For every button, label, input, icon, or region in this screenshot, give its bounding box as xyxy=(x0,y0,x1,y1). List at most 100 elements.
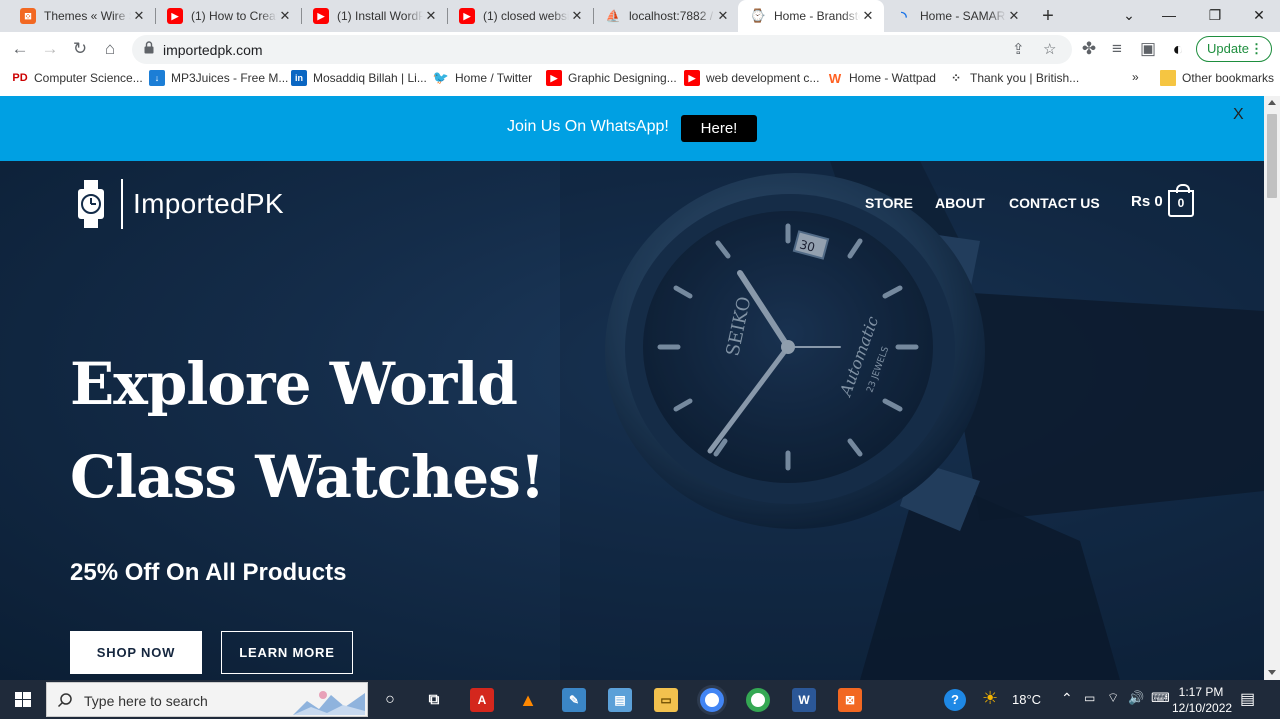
battery-icon[interactable]: ▭ xyxy=(1084,691,1095,705)
acrobat-icon[interactable]: A xyxy=(470,688,494,712)
shop-now-button[interactable]: SHOP NOW xyxy=(70,631,202,674)
nav-about[interactable]: ABOUT xyxy=(935,195,985,211)
new-tab-button[interactable]: + xyxy=(1036,4,1060,28)
tab-title: localhost:7882 / xyxy=(629,9,714,23)
whatsapp-notice-bar: Join Us On WhatsApp! Here! X xyxy=(0,96,1264,161)
twitter-icon: 🐦 xyxy=(432,70,450,85)
linkedin-icon: in xyxy=(291,70,307,86)
bookmark-wattpad[interactable]: W Home - Wattpad xyxy=(827,70,936,86)
nav-store[interactable]: STORE xyxy=(865,195,913,211)
clock-time: 1:17 PM xyxy=(1178,685,1224,699)
other-bookmarks-folder[interactable]: Other bookmarks xyxy=(1160,70,1274,86)
nav-contact-us[interactable]: CONTACT US xyxy=(1009,195,1100,211)
update-button[interactable]: Update ⋮ xyxy=(1196,36,1272,62)
taskbar-search[interactable]: Type here to search xyxy=(46,682,368,717)
paint-icon[interactable]: ✎ xyxy=(562,688,586,712)
cart-bag-icon[interactable]: 0 xyxy=(1168,184,1194,217)
bookmark-star-icon[interactable]: ☆ xyxy=(1043,40,1056,58)
page-scrollbar[interactable] xyxy=(1264,96,1280,680)
tab-home-brandstore[interactable]: ⌚ Home - Brandstc ✕ xyxy=(738,0,884,32)
watch-logo-icon xyxy=(78,180,104,228)
tab-title: (1) How to Create xyxy=(191,9,277,23)
youtube-icon: ▶ xyxy=(546,70,562,86)
cart-total[interactable]: Rs 0 xyxy=(1131,193,1163,210)
bookmark-computer-science[interactable]: PD Computer Science... xyxy=(12,70,142,86)
learn-more-button[interactable]: LEARN MORE xyxy=(221,631,353,674)
tab-youtube-3[interactable]: ▶ (1) closed websit ✕ xyxy=(447,0,593,32)
taskbar-clock[interactable]: 1:17 PM 12/10/2022 xyxy=(1172,684,1233,716)
xampp-taskbar-icon[interactable]: ⊠ xyxy=(838,688,862,712)
tab-title: (1) closed websit xyxy=(483,9,569,23)
address-bar[interactable]: importedpk.com ⇪ ☆ xyxy=(132,35,1072,64)
hero-subheadline: 25% Off On All Products xyxy=(70,559,347,586)
watch-icon: ⌚ xyxy=(749,8,767,23)
wifi-icon[interactable]: ⌔ xyxy=(1107,690,1119,706)
vlc-icon[interactable]: ▲ xyxy=(516,688,540,712)
extensions-icon[interactable]: ✤ xyxy=(1077,37,1101,61)
language-icon[interactable]: ⌨ xyxy=(1151,690,1170,706)
task-view-cortana-icon[interactable]: ○ xyxy=(378,688,402,712)
update-label: Update xyxy=(1207,41,1249,56)
bookmark-graphic-designing[interactable]: ▶ Graphic Designing... xyxy=(546,70,677,86)
browser-toolbar: ← → ↻ ⌂ importedpk.com ⇪ ☆ ✤ ≡ ▣ ◐ Updat… xyxy=(0,32,1280,66)
loading-icon: ◝ xyxy=(901,7,907,24)
back-icon[interactable]: ← xyxy=(8,37,32,61)
task-view-icon[interactable]: ⧉ xyxy=(422,688,446,712)
tab-youtube-1[interactable]: ▶ (1) How to Create ✕ xyxy=(155,0,301,32)
close-tab-icon[interactable]: ✕ xyxy=(860,8,876,24)
close-tab-icon[interactable]: ✕ xyxy=(277,8,293,24)
chrome-active-icon[interactable] xyxy=(700,688,724,712)
windows-taskbar: Type here to search ○ ⧉ A ▲ ✎ ▤ ▭ W ⊠ ? … xyxy=(0,680,1280,719)
window-close-icon[interactable]: ✕ xyxy=(1236,0,1280,32)
scroll-up-icon[interactable] xyxy=(1268,100,1276,105)
site-logo[interactable]: ImportedPK xyxy=(77,179,284,229)
bookmark-mp3juices[interactable]: ↓ MP3Juices - Free M... xyxy=(149,70,288,86)
url-text: importedpk.com xyxy=(163,42,263,58)
close-tab-icon[interactable]: ✕ xyxy=(131,8,147,24)
whatsapp-here-button[interactable]: Here! xyxy=(681,115,757,142)
close-tab-icon[interactable]: ✕ xyxy=(423,8,439,24)
home-icon[interactable]: ⌂ xyxy=(98,37,122,61)
image-viewer-icon[interactable]: ▤ xyxy=(608,688,632,712)
tray-expand-icon[interactable]: ⌃ xyxy=(1061,690,1073,707)
notifications-icon[interactable]: ▤ xyxy=(1240,689,1255,709)
close-tab-icon[interactable]: ✕ xyxy=(569,8,585,24)
tab-home-samara[interactable]: ◝ Home - SAMARA ✕ xyxy=(884,0,1030,32)
search-highlight-illustration xyxy=(293,691,365,715)
british-council-icon: ⁘ xyxy=(950,71,962,85)
more-bookmarks-button[interactable]: » xyxy=(1132,70,1139,84)
forward-icon[interactable]: → xyxy=(38,37,62,61)
minimize-icon[interactable]: — xyxy=(1146,0,1192,32)
bookmark-linkedin[interactable]: in Mosaddiq Billah | Li... xyxy=(291,70,427,86)
reload-icon[interactable]: ↻ xyxy=(68,37,92,61)
bookmark-web-development[interactable]: ▶ web development c... xyxy=(684,70,819,86)
close-tab-icon[interactable]: ✕ xyxy=(1006,8,1022,24)
weather-icon[interactable]: ☀ xyxy=(982,688,998,709)
volume-icon[interactable]: 🔊 xyxy=(1128,690,1144,706)
youtube-icon: ▶ xyxy=(459,8,475,24)
scroll-down-icon[interactable] xyxy=(1268,670,1276,675)
tab-themes[interactable]: ⊠ Themes « Wire Sc ✕ xyxy=(8,0,155,32)
media-controls-icon[interactable]: ≡ xyxy=(1105,37,1129,61)
clock-date: 12/10/2022 xyxy=(1172,701,1233,715)
file-explorer-icon[interactable]: ▭ xyxy=(654,688,678,712)
restore-icon[interactable]: ❐ xyxy=(1192,0,1238,32)
bookmark-british-council[interactable]: ⁘ Thank you | British... xyxy=(948,70,1079,86)
weather-temperature[interactable]: 18°C xyxy=(1012,692,1041,707)
tab-title: Themes « Wire Sc xyxy=(44,9,131,23)
windows-start-icon[interactable] xyxy=(0,680,46,719)
scrollbar-thumb[interactable] xyxy=(1267,114,1277,198)
close-tab-icon[interactable]: ✕ xyxy=(715,8,731,24)
word-icon[interactable]: W xyxy=(792,688,816,712)
bookmark-twitter[interactable]: 🐦 Home / Twitter xyxy=(433,70,532,86)
help-icon[interactable]: ? xyxy=(944,689,966,711)
profile-avatar[interactable]: ◐ xyxy=(1166,37,1190,61)
side-panel-icon[interactable]: ▣ xyxy=(1136,37,1160,61)
tab-phpmyadmin[interactable]: ⛵ localhost:7882 / ✕ xyxy=(593,0,739,32)
chrome-icon[interactable] xyxy=(746,688,770,712)
notice-close-button[interactable]: X xyxy=(1233,106,1244,124)
bookmark-label: MP3Juices - Free M... xyxy=(171,71,289,85)
tab-youtube-2[interactable]: ▶ (1) Install WordPr ✕ xyxy=(301,0,447,32)
more-menu-icon[interactable]: ⋮ xyxy=(1250,37,1263,61)
share-icon[interactable]: ⇪ xyxy=(1012,40,1025,58)
